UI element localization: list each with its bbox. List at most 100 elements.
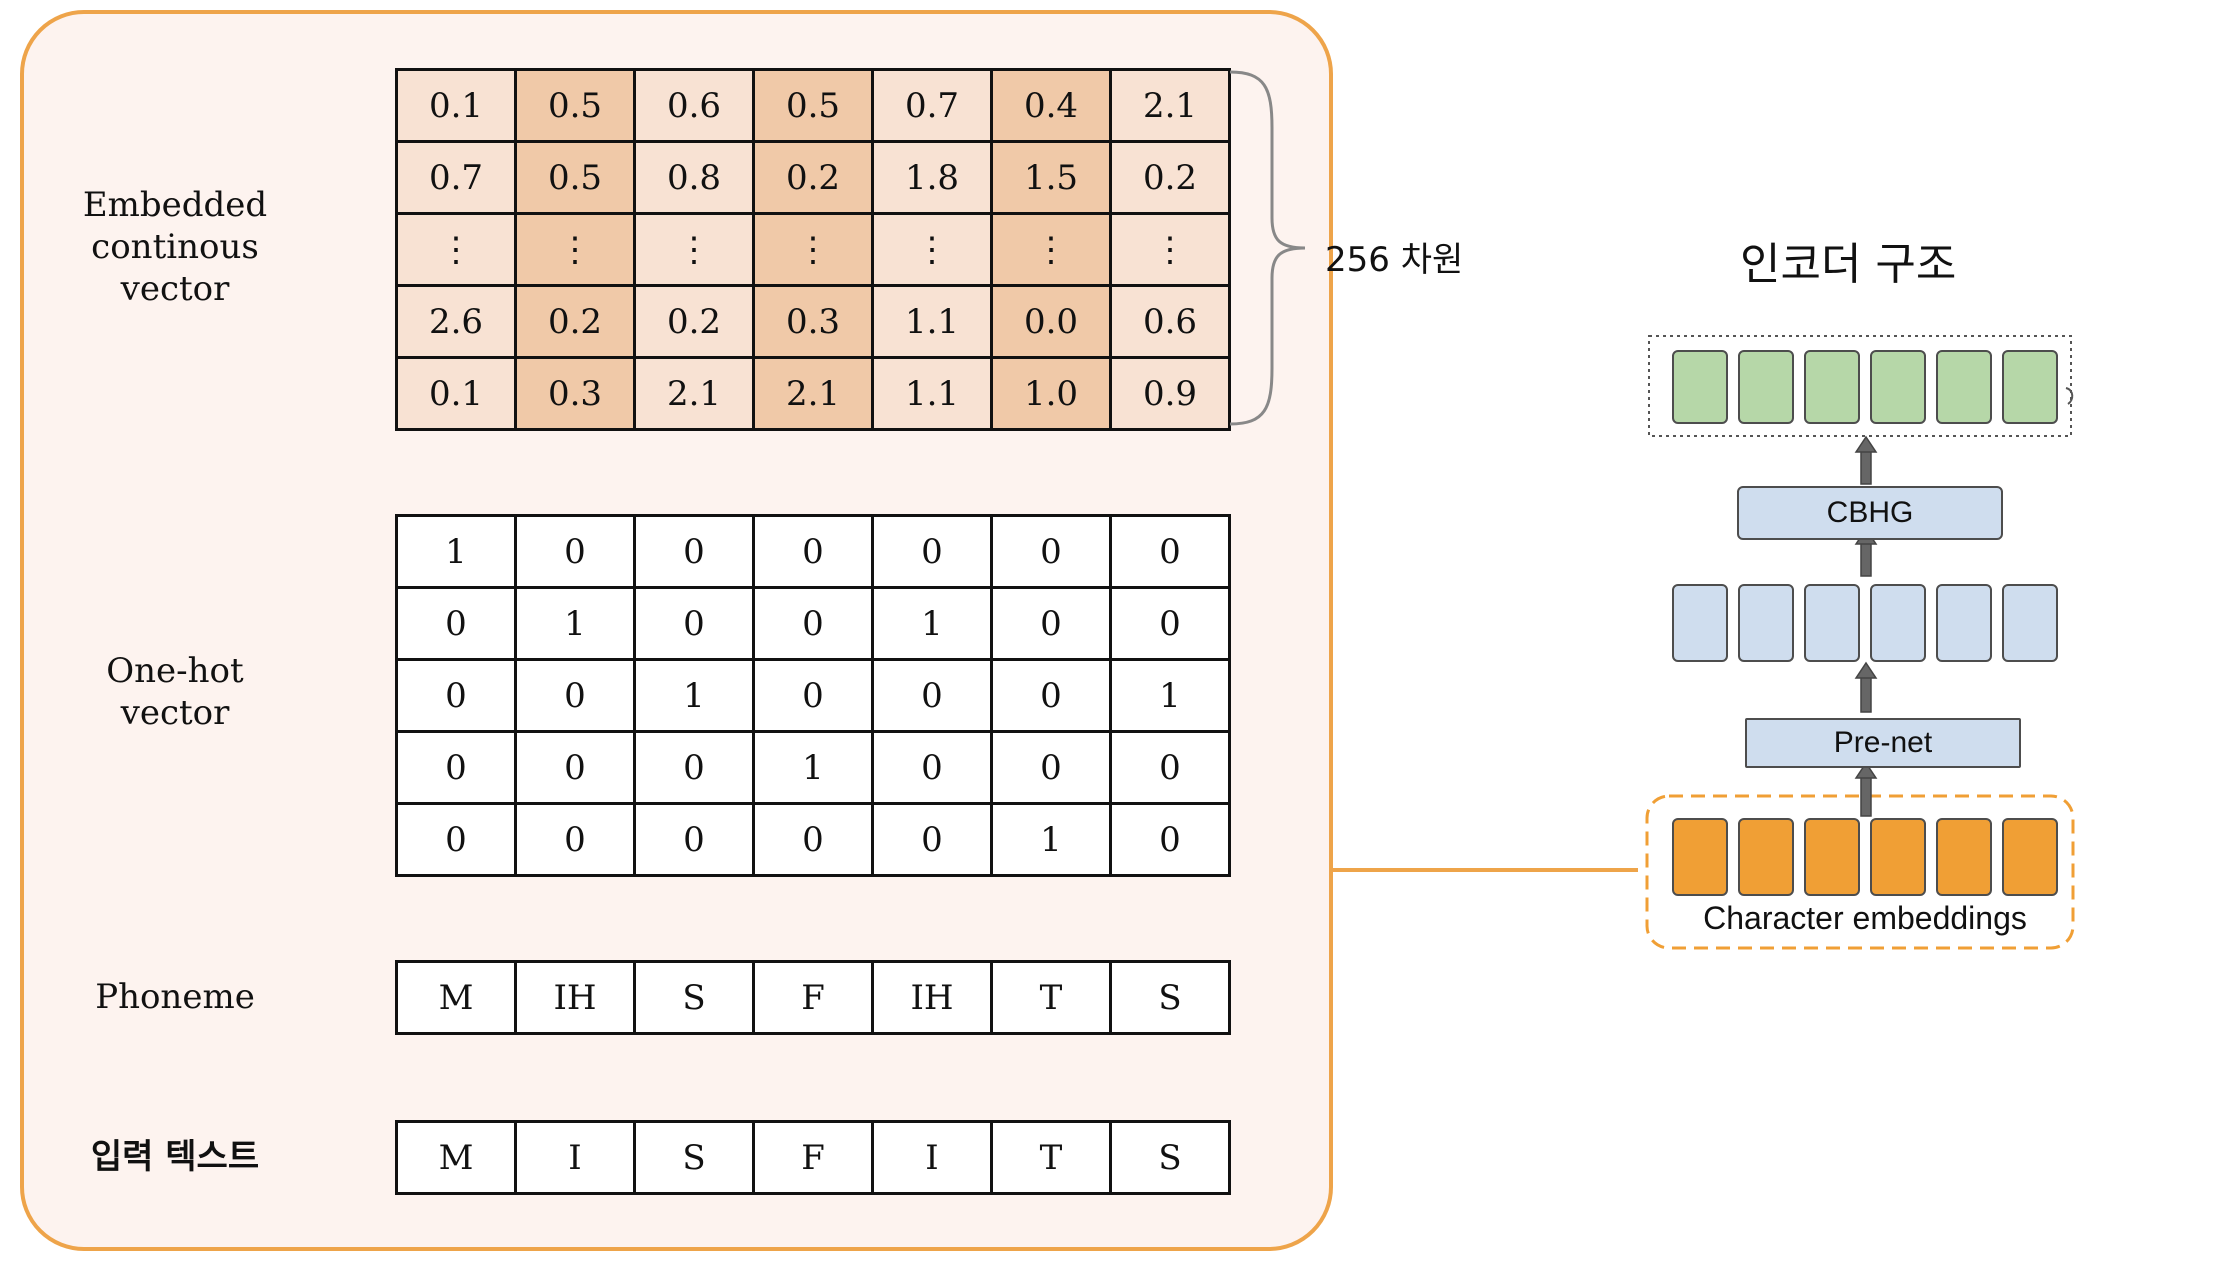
table-cell: 0 xyxy=(1109,514,1231,589)
table-cell: ⋮ xyxy=(395,212,517,287)
table-cell: 0.2 xyxy=(752,140,874,215)
embedded-vector-table: 0.1 0.5 0.6 0.5 0.7 0.4 2.1 0.7 0.5 0.8 0.2 1.8 1.5 0… xyxy=(395,68,1231,431)
table-cell: F xyxy=(752,960,874,1035)
char-embeddings-label: Character embeddings xyxy=(1703,900,2027,936)
embedded-label-line1: Embedded xyxy=(82,185,268,225)
embedded-vector-label: Embedded continous vector xyxy=(25,184,325,310)
table-cell: 0.1 xyxy=(395,356,517,431)
table-cell: 1 xyxy=(633,658,755,733)
output-block-5 xyxy=(1936,350,1992,424)
table-cell: IH xyxy=(871,960,993,1035)
onehot-row: 0010001 xyxy=(395,658,1231,733)
table-cell: 1 xyxy=(990,802,1112,877)
dimension-brace xyxy=(1229,70,1306,426)
encoder-title: 인코더 구조 xyxy=(1740,239,1957,290)
table-cell: 1.8 xyxy=(871,140,993,215)
table-cell: 1 xyxy=(871,586,993,661)
table-cell: 0 xyxy=(1109,730,1231,805)
onehot-row: 0001000 xyxy=(395,730,1231,805)
table-cell: I xyxy=(871,1120,993,1195)
table-cell: I xyxy=(514,1120,636,1195)
table-cell: 0.6 xyxy=(1109,284,1231,359)
char-embedding-block-1 xyxy=(1672,818,1728,896)
prenet-output-block-3 xyxy=(1804,584,1860,662)
table-cell: 0.2 xyxy=(514,284,636,359)
onehot-row: 1000000 xyxy=(395,514,1231,589)
table-cell: S xyxy=(633,1120,755,1195)
table-cell: 0 xyxy=(514,514,636,589)
table-cell: 2.1 xyxy=(752,356,874,431)
char-embedding-block-2 xyxy=(1738,818,1794,896)
table-cell: IH xyxy=(514,960,636,1035)
table-cell: 0 xyxy=(752,658,874,733)
table-cell: 0 xyxy=(752,586,874,661)
prenet-output-block-2 xyxy=(1738,584,1794,662)
table-cell: T xyxy=(990,960,1112,1035)
table-cell: 1 xyxy=(1109,658,1231,733)
table-cell: 0.6 xyxy=(633,68,755,143)
output-block-4 xyxy=(1870,350,1926,424)
table-cell: 2.1 xyxy=(633,356,755,431)
table-cell: 0 xyxy=(990,730,1112,805)
table-cell: 0.4 xyxy=(990,68,1112,143)
onehot-label-line1: One-hot xyxy=(106,651,244,691)
table-cell: 1.0 xyxy=(990,356,1112,431)
table-cell: 0 xyxy=(871,802,993,877)
prenet-output-block-5 xyxy=(1936,584,1992,662)
table-cell: 1.1 xyxy=(871,284,993,359)
prenet-output-block-6 xyxy=(2002,584,2058,662)
table-cell: S xyxy=(1109,960,1231,1035)
table-cell: 0.3 xyxy=(752,284,874,359)
embedded-row: 2.6 0.2 0.2 0.3 1.1 0.0 0.6 xyxy=(395,284,1231,359)
table-cell: 0 xyxy=(1109,586,1231,661)
onehot-row: 0000010 xyxy=(395,802,1231,877)
table-cell: 1 xyxy=(752,730,874,805)
onehot-vector-label: One-hot vector xyxy=(25,650,325,734)
table-cell: 0.8 xyxy=(633,140,755,215)
table-cell: 0.5 xyxy=(514,68,636,143)
table-cell: M xyxy=(395,960,517,1035)
embedded-row: ⋮ ⋮ ⋮ ⋮ ⋮ ⋮ ⋮ xyxy=(395,212,1231,287)
char-embedding-block-6 xyxy=(2002,818,2058,896)
table-cell: 1.1 xyxy=(871,356,993,431)
output-block-6 xyxy=(2002,350,2058,424)
table-cell: ⋮ xyxy=(752,212,874,287)
table-cell: 0 xyxy=(514,802,636,877)
table-cell: 0.7 xyxy=(871,68,993,143)
table-cell: ⋮ xyxy=(990,212,1112,287)
embedded-row: 0.1 0.3 2.1 2.1 1.1 1.0 0.9 xyxy=(395,356,1231,431)
onehot-vector-table: 10000000100100001000100010000000010 xyxy=(395,514,1231,877)
table-cell: 0 xyxy=(752,802,874,877)
table-cell: 2.6 xyxy=(395,284,517,359)
table-cell: ⋮ xyxy=(514,212,636,287)
prenet-module: Pre-net xyxy=(1745,718,2021,768)
table-cell: 0.7 xyxy=(395,140,517,215)
output-block-1 xyxy=(1672,350,1728,424)
table-cell: S xyxy=(633,960,755,1035)
table-cell: 0 xyxy=(395,586,517,661)
table-cell: 0 xyxy=(514,658,636,733)
prenet-output-block-4 xyxy=(1870,584,1926,662)
table-cell: 0.5 xyxy=(752,68,874,143)
table-cell: 0.2 xyxy=(633,284,755,359)
input-text-label: 입력 텍스트 xyxy=(90,1137,260,1177)
table-cell: 0 xyxy=(633,514,755,589)
cbhg-module: CBHG xyxy=(1737,486,2003,540)
table-cell: 0 xyxy=(990,658,1112,733)
embedded-row: 0.7 0.5 0.8 0.2 1.8 1.5 0.2 xyxy=(395,140,1231,215)
onehot-label-line2: vector xyxy=(120,693,230,733)
output-block-2 xyxy=(1738,350,1794,424)
char-embedding-block-3 xyxy=(1804,818,1860,896)
table-cell: 0 xyxy=(395,730,517,805)
table-cell: 1.5 xyxy=(990,140,1112,215)
table-cell: 0 xyxy=(871,514,993,589)
table-cell: 0.0 xyxy=(990,284,1112,359)
table-cell: 0.3 xyxy=(514,356,636,431)
prenet-output-block-1 xyxy=(1672,584,1728,662)
table-cell: 0 xyxy=(633,586,755,661)
input-row: MISFITS xyxy=(395,1120,1231,1195)
table-cell: 0.2 xyxy=(1109,140,1231,215)
table-cell: 2.1 xyxy=(1109,68,1231,143)
table-cell: 0 xyxy=(395,658,517,733)
table-cell: 0 xyxy=(990,586,1112,661)
